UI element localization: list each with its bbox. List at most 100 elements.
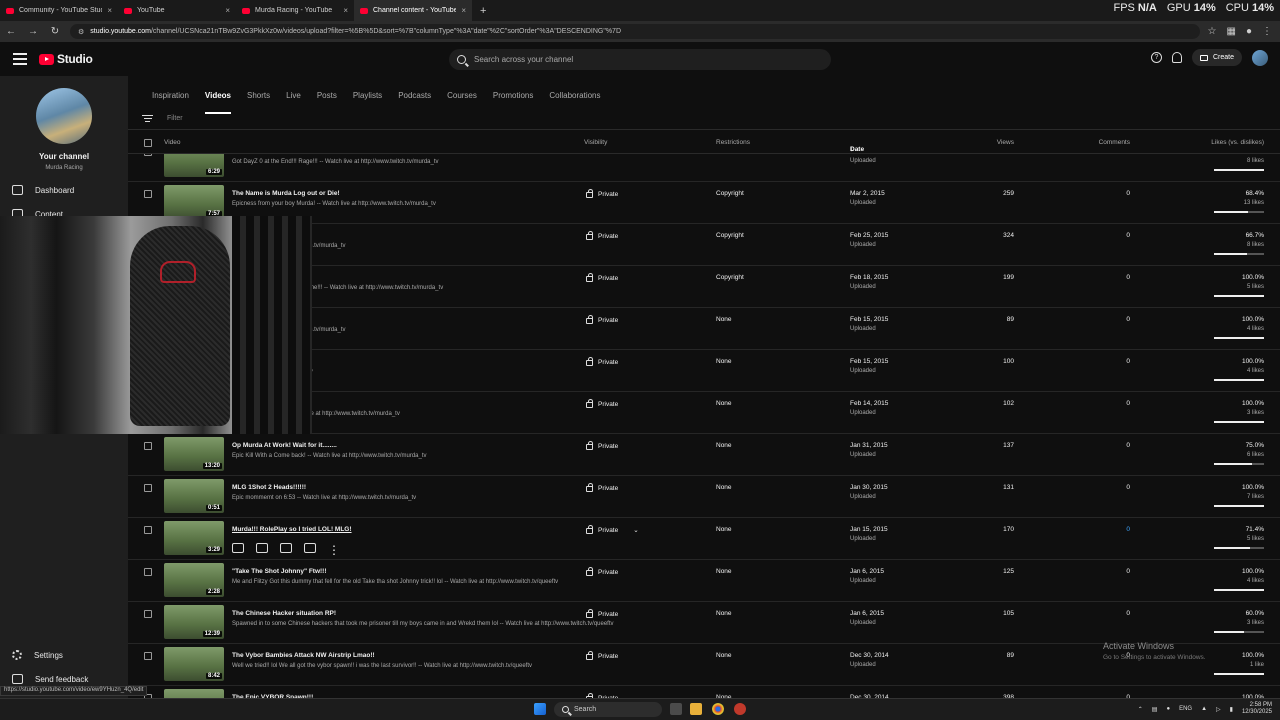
new-tab-button[interactable]: + bbox=[472, 5, 494, 17]
filter-bar[interactable]: Filter bbox=[128, 108, 1280, 130]
wifi-icon[interactable]: ▲ bbox=[1201, 706, 1207, 712]
browser-tab[interactable]: YouTube × bbox=[118, 0, 236, 21]
visibility-cell[interactable]: Private bbox=[586, 189, 618, 198]
chevron-down-icon[interactable]: ⌄ bbox=[633, 526, 638, 534]
channel-avatar[interactable] bbox=[36, 88, 92, 144]
comments-cell[interactable]: 0 bbox=[1126, 274, 1130, 281]
video-title[interactable]: The Name is Murda Log out or Die! bbox=[232, 190, 340, 197]
comments-icon[interactable] bbox=[280, 543, 292, 553]
reload-icon[interactable]: ↻ bbox=[48, 26, 62, 37]
filter-input[interactable]: Filter bbox=[167, 115, 183, 122]
comments-cell[interactable]: 0 bbox=[1126, 568, 1130, 575]
back-arrow-icon[interactable]: ← bbox=[4, 26, 18, 37]
edit-pencil-icon[interactable] bbox=[232, 543, 244, 553]
comments-cell[interactable]: 0 bbox=[1126, 232, 1130, 239]
video-thumbnail[interactable]: 13:20 bbox=[164, 437, 224, 471]
notifications-bell-icon[interactable] bbox=[1171, 52, 1182, 63]
video-thumbnail[interactable]: 3:29 bbox=[164, 521, 224, 555]
row-checkbox[interactable] bbox=[144, 652, 152, 660]
comments-cell[interactable]: 0 bbox=[1126, 484, 1130, 491]
table-row[interactable]: 0:51 MLG 1Shot 2 Heads!!!!!! Epic mommemt … bbox=[128, 476, 1280, 518]
extensions-icon[interactable]: ▦ bbox=[1227, 26, 1236, 37]
video-title[interactable]: MLG 1Shot 2 Heads!!!!!! bbox=[232, 484, 306, 491]
comments-cell[interactable]: 0 bbox=[1126, 400, 1130, 407]
language-indicator[interactable]: ENG bbox=[1179, 706, 1192, 712]
table-row[interactable]: 6:29 Got DayZ 0 at the End!!! Rage!!! -- … bbox=[128, 154, 1280, 182]
comments-cell[interactable]: 0 bbox=[1126, 526, 1130, 533]
taskbar-search[interactable]: Search bbox=[554, 702, 662, 717]
visibility-cell[interactable]: Private bbox=[586, 567, 618, 576]
browser-menu-icon[interactable]: ⋮ bbox=[1262, 26, 1272, 37]
column-visibility[interactable]: Visibility bbox=[584, 139, 607, 146]
column-views[interactable]: Views bbox=[997, 139, 1014, 146]
site-info-icon[interactable]: ⚙ bbox=[78, 28, 84, 36]
account-avatar[interactable] bbox=[1252, 49, 1268, 66]
video-title[interactable]: Op Murda At Work! Wait for it........ bbox=[232, 442, 337, 449]
close-tab-icon[interactable]: × bbox=[107, 6, 112, 15]
browser-tab[interactable]: Community - YouTube Studio × bbox=[0, 0, 118, 21]
video-thumbnail[interactable]: 8:42 bbox=[164, 647, 224, 681]
windows-start-icon[interactable] bbox=[534, 703, 546, 715]
video-thumbnail[interactable]: 7:57 bbox=[164, 185, 224, 219]
file-explorer-icon[interactable] bbox=[690, 703, 702, 715]
comments-cell[interactable]: 0 bbox=[1126, 316, 1130, 323]
channel-search-input[interactable]: Search across your channel bbox=[449, 49, 831, 70]
app-icon[interactable] bbox=[734, 703, 746, 715]
table-row[interactable]: 2:28 "Take The Shot Johnny" Ftw!!! Me and … bbox=[128, 560, 1280, 602]
clock[interactable]: 2:58 PM 12/30/2025 bbox=[1242, 702, 1272, 716]
visibility-cell[interactable]: Private bbox=[586, 231, 618, 240]
volume-icon[interactable]: ▷ bbox=[1216, 706, 1221, 713]
row-checkbox[interactable] bbox=[144, 568, 152, 576]
battery-icon[interactable]: ▮ bbox=[1230, 706, 1233, 713]
table-row[interactable]: 3:29 Murda!!! RolePlay so I tried LOL! ML… bbox=[128, 518, 1280, 560]
visibility-cell[interactable]: Private bbox=[586, 651, 618, 660]
browser-tab[interactable]: Murda Racing - YouTube × bbox=[236, 0, 354, 21]
comments-cell[interactable]: 0 bbox=[1126, 442, 1130, 449]
column-restrictions[interactable]: Restrictions bbox=[716, 139, 750, 146]
close-tab-icon[interactable]: × bbox=[461, 6, 466, 15]
visibility-cell[interactable]: Private bbox=[586, 399, 618, 408]
close-tab-icon[interactable]: × bbox=[225, 6, 230, 15]
visibility-cell[interactable]: Private bbox=[586, 357, 618, 366]
sidebar-item-dashboard[interactable]: Dashboard bbox=[12, 185, 74, 195]
video-title[interactable]: "Take The Shot Johnny" Ftw!!! bbox=[232, 568, 327, 575]
mic-icon[interactable]: ● bbox=[1166, 706, 1170, 712]
help-icon[interactable]: ? bbox=[1150, 52, 1162, 63]
create-button[interactable]: Create bbox=[1191, 49, 1242, 66]
video-title[interactable]: The Chinese Hacker situation RP! bbox=[232, 610, 336, 617]
row-checkbox[interactable] bbox=[144, 610, 152, 618]
bookmark-star-icon[interactable]: ☆ bbox=[1208, 26, 1217, 37]
row-checkbox[interactable] bbox=[144, 526, 152, 534]
visibility-cell[interactable]: Private bbox=[586, 315, 618, 324]
row-checkbox[interactable] bbox=[144, 484, 152, 492]
visibility-cell[interactable]: Private bbox=[586, 273, 618, 282]
visibility-cell[interactable]: Private ⌄ bbox=[586, 525, 639, 534]
row-checkbox[interactable] bbox=[144, 442, 152, 450]
column-comments[interactable]: Comments bbox=[1099, 139, 1130, 146]
forward-arrow-icon[interactable]: → bbox=[26, 26, 40, 37]
chrome-icon[interactable] bbox=[712, 703, 724, 715]
youtube-play-icon[interactable] bbox=[304, 543, 316, 553]
comments-cell[interactable]: 0 bbox=[1126, 190, 1130, 197]
more-options-icon[interactable]: ⋮ bbox=[328, 543, 340, 557]
comments-cell[interactable]: 0 bbox=[1126, 610, 1130, 617]
video-thumbnail[interactable]: 0:51 bbox=[164, 479, 224, 513]
visibility-cell[interactable]: Private bbox=[586, 609, 618, 618]
analytics-icon[interactable] bbox=[256, 543, 268, 553]
studio-logo[interactable]: Studio bbox=[39, 52, 93, 66]
tray-chevron-icon[interactable]: ⌃ bbox=[1138, 706, 1143, 713]
select-all-checkbox[interactable] bbox=[144, 139, 152, 147]
table-row[interactable]: 13:20 Op Murda At Work! Wait for it......… bbox=[128, 434, 1280, 476]
profile-icon[interactable]: ● bbox=[1246, 26, 1252, 37]
visibility-cell[interactable]: Private bbox=[586, 483, 618, 492]
column-likes[interactable]: Likes (vs. dislikes) bbox=[1211, 139, 1264, 146]
url-field[interactable]: ⚙ studio.youtube.com/channel/UCSNca21nTB… bbox=[70, 24, 1200, 39]
video-title[interactable]: The Vybor Bambies Attack NW Airstrip Lma… bbox=[232, 652, 375, 659]
visibility-cell[interactable]: Private bbox=[586, 441, 618, 450]
comments-cell[interactable]: 0 bbox=[1126, 358, 1130, 365]
table-row[interactable]: 12:39 The Chinese Hacker situation RP! Spa… bbox=[128, 602, 1280, 644]
task-view-icon[interactable] bbox=[670, 703, 682, 715]
network-icon[interactable]: ▤ bbox=[1152, 706, 1158, 713]
menu-icon[interactable] bbox=[13, 53, 27, 65]
video-thumbnail[interactable]: 12:39 bbox=[164, 605, 224, 639]
